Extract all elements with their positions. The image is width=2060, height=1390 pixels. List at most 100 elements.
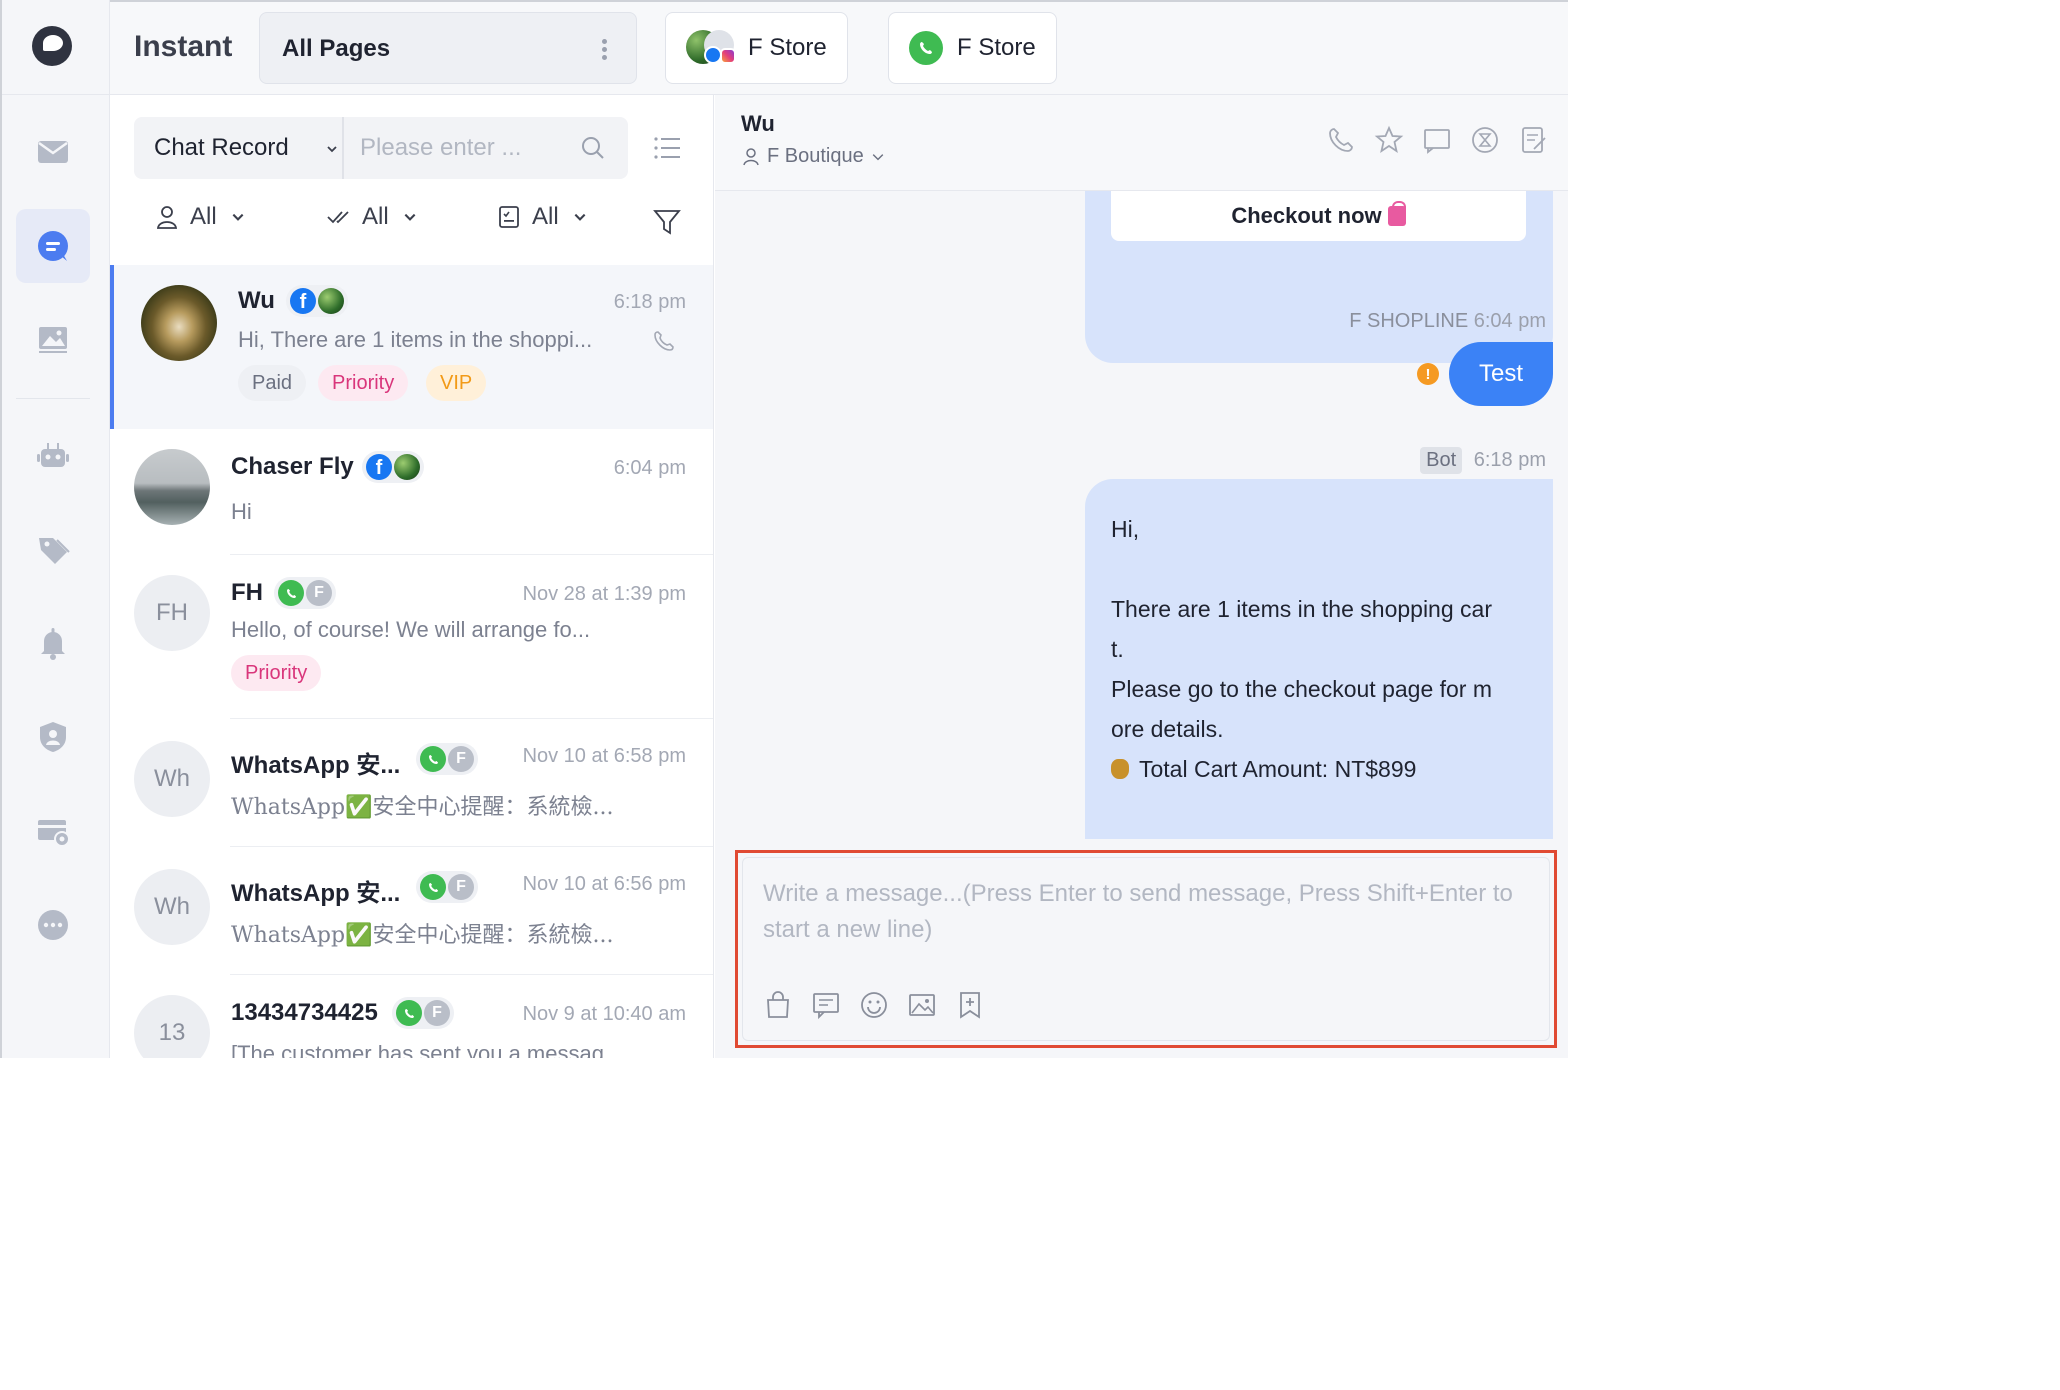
message-line: There are 1 items in the shopping car bbox=[1111, 596, 1492, 622]
tag-priority: Priority bbox=[318, 365, 409, 401]
bell-icon[interactable] bbox=[16, 606, 90, 680]
avatar: 13 bbox=[134, 995, 210, 1058]
shopping-bag-icon[interactable] bbox=[763, 990, 793, 1020]
image-gallery-icon[interactable] bbox=[16, 302, 90, 376]
assignee-selector[interactable]: F Boutique bbox=[741, 145, 886, 168]
read-status-filter[interactable]: All bbox=[326, 203, 417, 231]
assignee-filter[interactable]: All bbox=[154, 203, 245, 231]
quick-reply-icon[interactable] bbox=[811, 990, 841, 1020]
f-store-icon: F bbox=[424, 1000, 450, 1026]
avatar bbox=[141, 285, 217, 361]
f-store-icon: F bbox=[306, 580, 332, 606]
checkout-now-button[interactable]: Checkout now bbox=[1111, 191, 1526, 241]
user-icon bbox=[743, 147, 759, 165]
message-composer bbox=[735, 850, 1557, 1048]
image-upload-icon[interactable] bbox=[907, 990, 937, 1020]
star-icon[interactable] bbox=[1374, 125, 1404, 155]
message-sender: F SHOPLINE bbox=[1349, 310, 1469, 332]
message-time: 6:04 pm bbox=[1473, 310, 1546, 332]
conversation-item[interactable]: FH FH F Nov 28 at 1:39 pm Hello, of cour… bbox=[110, 555, 713, 719]
chevron-down-icon bbox=[404, 213, 416, 221]
card-settings-icon[interactable] bbox=[16, 794, 90, 868]
funnel-filter-icon[interactable] bbox=[652, 207, 682, 237]
list-view-icon[interactable] bbox=[652, 133, 682, 163]
app-logo[interactable] bbox=[32, 26, 72, 66]
app-title: Instant bbox=[134, 30, 233, 63]
conversation-item[interactable]: Chaser Fly f 6:04 pm Hi bbox=[110, 429, 713, 555]
user-shield-icon[interactable] bbox=[16, 700, 90, 774]
page-avatar-icon bbox=[394, 454, 420, 480]
message-input[interactable] bbox=[763, 876, 1543, 966]
timestamp: Nov 28 at 1:39 pm bbox=[522, 583, 686, 605]
left-nav-rail bbox=[0, 0, 112, 1058]
assignee-filter-label: All bbox=[190, 203, 217, 230]
more-icon[interactable] bbox=[16, 888, 90, 962]
status-filter[interactable]: All bbox=[496, 203, 587, 231]
chat-contact-name: Wu bbox=[741, 111, 775, 136]
contact-name: Wu bbox=[238, 287, 275, 314]
whatsapp-icon bbox=[909, 31, 943, 65]
store-name: F Store bbox=[748, 34, 827, 61]
message-line: ore details. bbox=[1111, 716, 1224, 742]
header-actions bbox=[1326, 125, 1548, 155]
contact-name: WhatsApp 安... bbox=[231, 752, 401, 779]
add-bookmark-icon[interactable] bbox=[955, 990, 985, 1020]
page-avatar-icon bbox=[318, 288, 344, 314]
chat-bubble-icon[interactable] bbox=[16, 209, 90, 283]
rail-divider bbox=[16, 398, 90, 399]
conversation-list-panel: Chat Record All All All Wu bbox=[110, 95, 714, 1058]
tag-icon[interactable] bbox=[16, 513, 90, 587]
chevron-down-icon bbox=[232, 213, 244, 221]
composer-inner bbox=[742, 857, 1550, 1041]
contact-name: FH bbox=[231, 579, 263, 606]
timestamp: Nov 10 at 6:56 pm bbox=[522, 873, 686, 895]
message-preview: WhatsApp✅安全中心提醒：系統檢... bbox=[231, 795, 614, 820]
warning-icon[interactable]: ! bbox=[1417, 363, 1439, 385]
checklist-icon bbox=[499, 206, 519, 228]
store-tab-whatsapp[interactable]: F Store bbox=[888, 12, 1057, 84]
chevron-down-icon[interactable] bbox=[326, 143, 338, 155]
avatar: FH bbox=[134, 575, 210, 651]
kebab-menu-icon[interactable] bbox=[602, 39, 608, 61]
search-bar: Chat Record bbox=[134, 117, 628, 179]
mail-icon[interactable] bbox=[16, 115, 90, 189]
conversation-item[interactable]: Wh WhatsApp 安... F Nov 10 at 6:58 pm Wha… bbox=[110, 719, 713, 847]
timestamp: Nov 10 at 6:58 pm bbox=[522, 745, 686, 767]
conversation-item[interactable]: Wu f 6:18 pm Hi, There are 1 items in th… bbox=[110, 265, 713, 429]
bot-badge: Bot bbox=[1420, 447, 1463, 474]
message-line: Hi, bbox=[1111, 516, 1140, 542]
top-bar: Instant All Pages F Store F Store bbox=[110, 0, 1568, 95]
all-pages-label: All Pages bbox=[282, 35, 391, 62]
search-input[interactable] bbox=[360, 131, 560, 165]
search-mode-select[interactable]: Chat Record bbox=[154, 134, 289, 162]
message-meta: F SHOPLINE 6:04 pm bbox=[1349, 310, 1546, 333]
channel-badges: F bbox=[274, 577, 336, 609]
robot-icon[interactable] bbox=[16, 419, 90, 493]
contact-name: Chaser Fly bbox=[231, 453, 354, 480]
rail-top-separator bbox=[2, 94, 112, 95]
chevron-down-icon bbox=[872, 153, 884, 160]
ticket-icon[interactable] bbox=[1518, 125, 1548, 155]
conversation-item[interactable]: Wh WhatsApp 安... F Nov 10 at 6:56 pm Wha… bbox=[110, 847, 713, 975]
emoji-icon[interactable] bbox=[859, 990, 889, 1020]
channel-badges: f bbox=[362, 451, 424, 483]
conversation-item[interactable]: 13 13434734425 F Nov 9 at 10:40 am [The … bbox=[110, 975, 713, 1058]
search-icon[interactable] bbox=[580, 135, 606, 161]
store-tab-facebook-instagram[interactable]: F Store bbox=[665, 12, 848, 84]
message-preview: [The customer has sent you a messag... bbox=[231, 1041, 623, 1058]
channel-badges: f bbox=[286, 285, 348, 317]
channel-badges: F bbox=[416, 743, 478, 775]
message-preview: Hi, There are 1 items in the shoppi... bbox=[238, 327, 593, 352]
message-line: t. bbox=[1111, 636, 1124, 662]
page-avatar-icon bbox=[686, 30, 736, 66]
filter-row: All All All bbox=[134, 203, 694, 243]
phone-icon[interactable] bbox=[1326, 125, 1356, 155]
timer-icon[interactable] bbox=[1470, 125, 1500, 155]
f-store-icon: F bbox=[448, 746, 474, 772]
money-bag-icon bbox=[1111, 759, 1129, 779]
note-icon[interactable] bbox=[1422, 125, 1452, 155]
timestamp: 6:18 pm bbox=[613, 291, 686, 313]
avatar bbox=[134, 449, 210, 525]
all-pages-selector[interactable]: All Pages bbox=[259, 12, 637, 84]
